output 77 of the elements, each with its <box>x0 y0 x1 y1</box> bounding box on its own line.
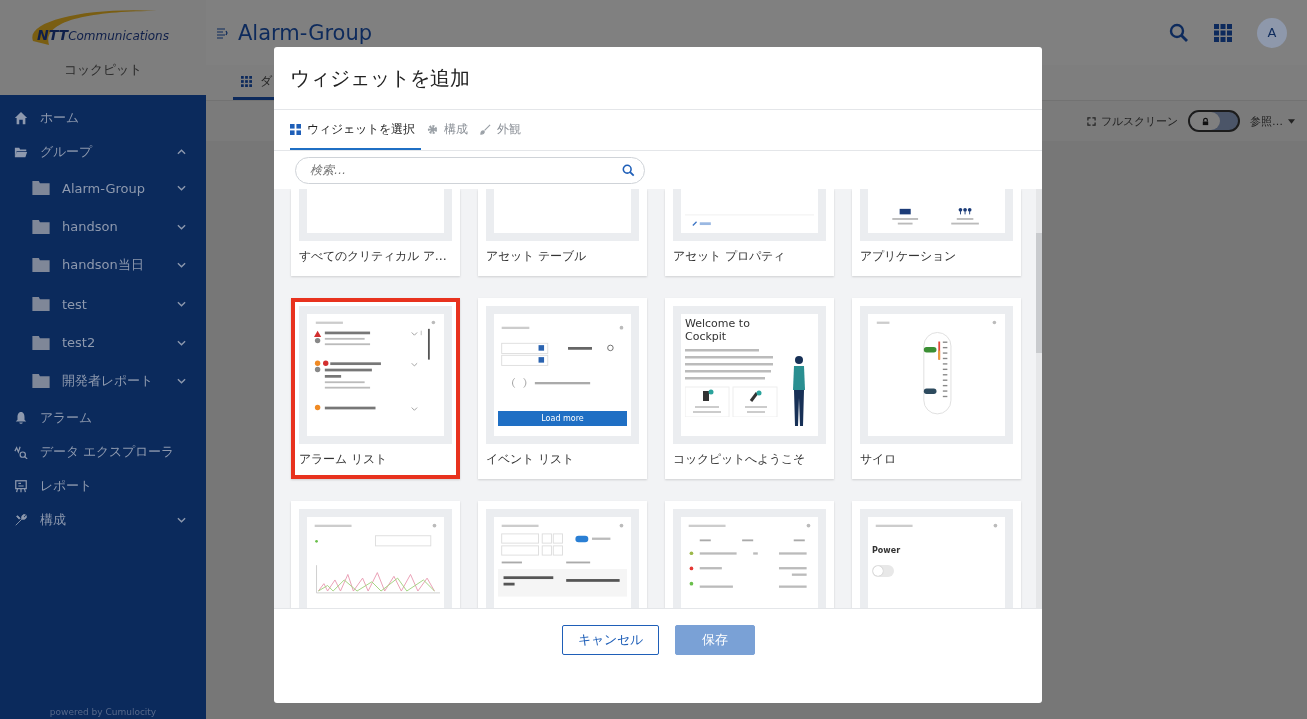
chevron-icon <box>177 262 186 269</box>
chevron-icon <box>177 378 186 385</box>
folder-icon <box>32 258 50 273</box>
nav-item[interactable]: handson <box>0 207 206 247</box>
nav-item[interactable]: test <box>0 284 206 324</box>
lock-icon <box>1200 116 1210 126</box>
nav-item[interactable]: test2 <box>0 323 206 362</box>
dialog-tab[interactable]: 外観 <box>480 110 527 150</box>
widget-name: すべてのクリティカル ア… <box>299 248 448 265</box>
dialog-title: ウィジェットを追加 <box>290 64 470 92</box>
bell-icon <box>14 410 28 425</box>
brush-icon <box>480 123 491 135</box>
menu-icon[interactable] <box>216 26 228 39</box>
fullscreen-button[interactable]: フルスクリーン <box>1087 113 1178 129</box>
folder-icon <box>32 219 50 234</box>
widget-name: コックピットへようこそ <box>673 451 806 468</box>
nav-item[interactable]: handson当日 <box>0 246 206 285</box>
search-icon <box>622 163 635 177</box>
nav-item[interactable]: データ エクスプローラ <box>0 434 206 469</box>
chevron-icon <box>177 149 186 155</box>
nav-item[interactable]: レポート <box>0 468 206 503</box>
widget-card[interactable]: アセット プロパティ <box>665 189 834 276</box>
chevron-icon <box>177 339 186 346</box>
load-more-button: Load more <box>498 411 627 426</box>
home-icon <box>14 111 28 125</box>
chevron-icon <box>177 223 186 230</box>
scrollbar[interactable] <box>1036 189 1042 608</box>
user-avatar[interactable]: A <box>1257 17 1287 48</box>
nav-item[interactable]: 構成 <box>0 502 206 537</box>
powered-by-text: powered by Cumulocity <box>48 707 158 719</box>
field-label: Power <box>872 546 902 556</box>
widget-name: サイロ <box>860 451 897 468</box>
grid-icon <box>241 75 252 87</box>
widget-name: イベント リスト <box>486 451 575 468</box>
chevron-icon <box>177 185 186 192</box>
chevron-icon <box>177 301 186 308</box>
widget-name: アセット テーブル <box>486 248 587 265</box>
widget-card[interactable]: Load more イベント リスト <box>478 298 647 479</box>
nav-item[interactable]: グループ <box>0 135 206 169</box>
grid-icon <box>290 123 301 135</box>
widget-card[interactable]: アラーム リスト <box>291 298 460 479</box>
search-field[interactable]: 検索… <box>295 156 645 184</box>
expand-icon <box>1087 116 1096 126</box>
nav-item[interactable]: ホーム <box>0 101 206 135</box>
widget-name: アプリケーション <box>860 248 957 265</box>
chevron-icon <box>177 516 186 523</box>
wrench-icon <box>14 512 28 527</box>
welcome-heading: Welcome to Cockpit <box>685 318 751 344</box>
caret-icon <box>1288 118 1295 124</box>
folder-icon <box>32 335 50 350</box>
folder-icon <box>32 181 50 196</box>
dialog-tab[interactable]: ウィジェットを選択 <box>290 110 421 150</box>
gear-icon <box>427 123 438 135</box>
report-icon <box>14 478 28 493</box>
folder-open-icon <box>14 145 28 159</box>
nav-item[interactable]: アラーム <box>0 400 206 435</box>
dialog-tab[interactable]: 構成 <box>427 110 474 150</box>
app-name: コックピット <box>64 60 142 79</box>
view-menu-button[interactable]: 参照… <box>1250 113 1295 129</box>
nav-item[interactable]: Alarm-Group <box>0 169 206 208</box>
nav-item[interactable]: 開発者レポート <box>0 361 206 401</box>
widget-card[interactable]: サイロ <box>852 298 1021 479</box>
widget-name: アラーム リスト <box>299 451 388 468</box>
widget-card[interactable]: アセット テーブル <box>478 189 647 276</box>
folder-icon <box>32 374 50 389</box>
search-icon[interactable] <box>1169 22 1189 43</box>
app-grid-icon[interactable] <box>1213 22 1233 43</box>
explorer-icon <box>14 444 28 459</box>
widget-card[interactable]: すべてのクリティカル ア… <box>291 189 460 276</box>
folder-icon <box>32 297 50 312</box>
cancel-button[interactable]: キャンセル <box>561 625 659 655</box>
widget-card[interactable]: アプリケーション <box>852 189 1021 276</box>
page-title: Alarm-Group <box>238 20 373 45</box>
lock-toggle[interactable] <box>1188 110 1240 132</box>
widget-card[interactable]: Power <box>852 501 1021 608</box>
widget-name: アセット プロパティ <box>673 248 786 265</box>
widget-card[interactable]: Welcome to Cockpit コックピットへようこそ <box>665 298 834 479</box>
